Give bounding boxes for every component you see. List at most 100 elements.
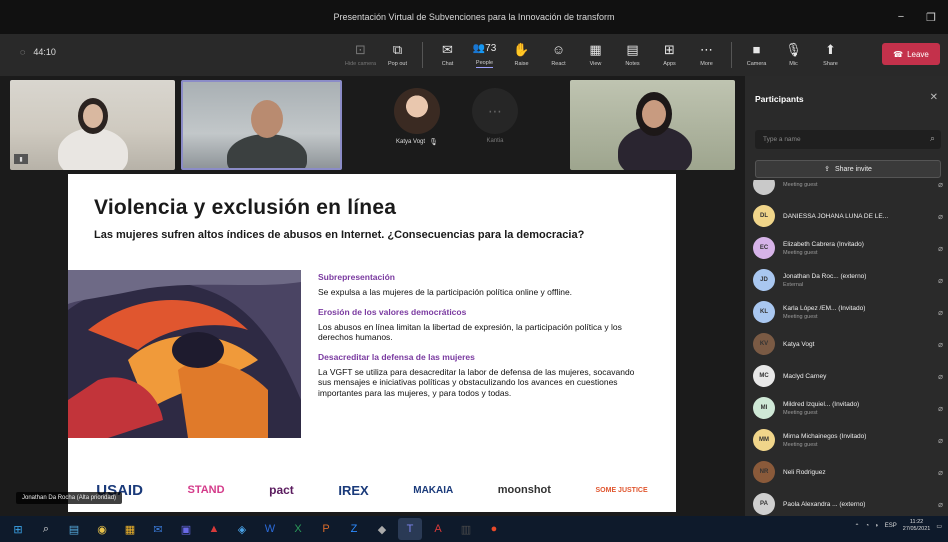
app-icon[interactable]: ◆ <box>370 518 394 540</box>
more-icon: ⋯ <box>700 42 713 57</box>
mic-button[interactable]: 🎙 Mic <box>775 38 812 72</box>
ellipsis-icon: ⋯ <box>472 88 518 134</box>
close-icon[interactable]: ✕ <box>930 92 938 103</box>
camera-icon: ■ <box>752 42 761 57</box>
chrome-icon[interactable]: ◉ <box>90 518 114 540</box>
notes-button[interactable]: ▤ Notes <box>614 38 651 72</box>
mic-icon: 🎙 <box>429 139 438 146</box>
person-face <box>642 100 666 128</box>
search-icon[interactable]: ⌕ <box>34 518 58 540</box>
mic-icon: 🎙 <box>785 42 802 57</box>
chat-button[interactable]: ✉ Chat <box>429 38 466 72</box>
avatar-tile-empty[interactable]: ⋯ Kantia <box>472 88 518 144</box>
more-button[interactable]: ⋯ More <box>688 38 725 72</box>
tile-menu-icon[interactable]: ▮ <box>14 154 28 164</box>
avatar-name: Kantia <box>486 138 504 144</box>
participant-row[interactable]: EC Elizabeth Cabrera (Invitado) Meeting gu… <box>753 232 945 264</box>
camera-app-icon[interactable]: ● <box>482 518 506 540</box>
wifi-icon[interactable]: ◔ <box>866 523 870 529</box>
video-tile-3[interactable] <box>570 80 735 170</box>
chat-icon: ✉ <box>442 42 453 57</box>
avatar: DL <box>753 205 775 227</box>
acrobat-icon[interactable]: ▲ <box>202 518 226 540</box>
view-button[interactable]: ▦ View <box>577 38 614 72</box>
widgets-icon[interactable]: ▤ <box>62 518 86 540</box>
toolbar-label: Notes <box>625 61 640 67</box>
participant-row[interactable]: PA Paola Alexandra ... (externo) ⌀ <box>753 488 945 516</box>
view-icon: ▦ <box>589 42 602 57</box>
mic-muted-icon: ⌀ <box>938 339 943 349</box>
toolbar-label: Mic <box>789 61 798 67</box>
teams-icon[interactable]: ▣ <box>174 518 198 540</box>
logo-makaia: MAKAIA <box>413 484 454 496</box>
participant-row[interactable]: NR Neli Rodriguez ⌀ <box>753 456 945 488</box>
participant-info: Karla López /EM... (Invitado) Meeting gue… <box>783 305 928 320</box>
camera-button[interactable]: ■ Camera <box>738 38 775 72</box>
person-body <box>58 128 128 170</box>
participant-row[interactable]: KV Katya Vogt ⌀ <box>753 328 945 360</box>
participant-search-input[interactable]: Type a name ⌕ <box>755 130 941 149</box>
participant-row[interactable]: KL Karla López /EM... (Invitado) Meeting g… <box>753 296 945 328</box>
logo-irex: IREX <box>338 482 369 498</box>
search-icon: ⌕ <box>929 133 935 143</box>
chevron-up-icon[interactable]: ⌃ <box>855 523 860 530</box>
zoom-icon[interactable]: Z <box>342 518 366 540</box>
acrobat-red-icon[interactable]: A <box>426 518 450 540</box>
teams-active-icon[interactable]: T <box>398 518 422 540</box>
participant-row[interactable]: MI Mildred Izquiel... (Invitado) Meeting g… <box>753 392 945 424</box>
pop-out-icon: ⧉ <box>392 42 403 57</box>
participant-name: Mirna Michainegos (Invitado) <box>783 432 867 440</box>
notifications-icon[interactable]: ▭ <box>936 523 942 530</box>
avatar: MI <box>753 397 775 419</box>
participant-row[interactable]: MM Mirna Michainegos (Invitado) Meeting gu… <box>753 424 945 456</box>
clock-time: 11:22 <box>909 519 924 525</box>
video-tile-2[interactable] <box>181 80 342 170</box>
avatar: JD <box>753 269 775 291</box>
toolbar-label: Share <box>823 61 838 67</box>
people-button[interactable]: 👥73 People <box>466 38 503 72</box>
panel-title: Participants <box>755 94 804 104</box>
minimize-icon[interactable]: − <box>898 11 904 23</box>
store-icon[interactable]: ◈ <box>230 518 254 540</box>
participant-row[interactable]: MC Maclyd Carney ⌀ <box>753 360 945 392</box>
avatar-tile-katya[interactable]: Katya Vogt 🎙 <box>394 88 440 146</box>
volume-icon[interactable]: ◗ <box>875 523 879 529</box>
toolbar-separator <box>422 42 423 68</box>
language-indicator[interactable]: ESP <box>885 523 897 529</box>
raise-button[interactable]: ✋ Raise <box>503 38 540 72</box>
calculator-icon[interactable]: ▥ <box>454 518 478 540</box>
mic-muted-icon: ⌀ <box>938 371 943 381</box>
mic-muted-icon: ⌀ <box>938 435 943 445</box>
share-invite-button[interactable]: ⇪ Share invite <box>755 160 941 178</box>
powerpoint-icon[interactable]: P <box>314 518 338 540</box>
participant-name: DANIESSA JOHANA LUNA DE LE... <box>783 212 889 220</box>
participant-info: Mirna Michainegos (Invitado) Meeting gues… <box>783 433 928 448</box>
hide-camera-button[interactable]: ⊡ Hide camera <box>342 38 379 72</box>
toolbar-label: View <box>589 61 602 67</box>
files-icon[interactable]: ▦ <box>118 518 142 540</box>
shield-icon: ◌ <box>20 47 26 57</box>
video-tile-1[interactable]: ▮ <box>10 80 175 170</box>
apps-button[interactable]: ⊞ Apps <box>651 38 688 72</box>
share-invite-label: Share invite <box>834 165 872 173</box>
participant-row[interactable]: Meeting guest ⌀ <box>753 180 945 200</box>
participant-role: External <box>783 281 804 288</box>
windows-icon[interactable]: ⊞ <box>6 518 30 540</box>
react-button[interactable]: ☺ React <box>540 38 577 72</box>
participant-name: Paola Alexandra ... (externo) <box>783 500 866 508</box>
maximize-icon[interactable]: ❐ <box>926 11 936 24</box>
share-button[interactable]: ⬆ Share <box>812 38 849 72</box>
meeting-timer: ◌ 44:10 <box>20 47 56 57</box>
word-icon[interactable]: W <box>258 518 282 540</box>
slide-title: Violencia y exclusión en línea <box>94 196 397 219</box>
clock[interactable]: 11:22 27/05/2021 <box>903 519 931 533</box>
pop-out-button[interactable]: ⧉ Pop out <box>379 38 416 72</box>
excel-icon[interactable]: X <box>286 518 310 540</box>
person-face <box>83 104 103 128</box>
mic-muted-icon: ⌀ <box>938 275 943 285</box>
meeting-stage: ▮ Katya Vogt 🎙 ⋯ Kantia Violencia y excl… <box>0 76 745 516</box>
leave-button[interactable]: ☎ Leave <box>882 43 940 65</box>
participant-row[interactable]: JD Jonathan Da Roc... (externo) External ⌀ <box>753 264 945 296</box>
participant-row[interactable]: DL DANIESSA JOHANA LUNA DE LE... ⌀ <box>753 200 945 232</box>
mail-icon[interactable]: ✉ <box>146 518 170 540</box>
